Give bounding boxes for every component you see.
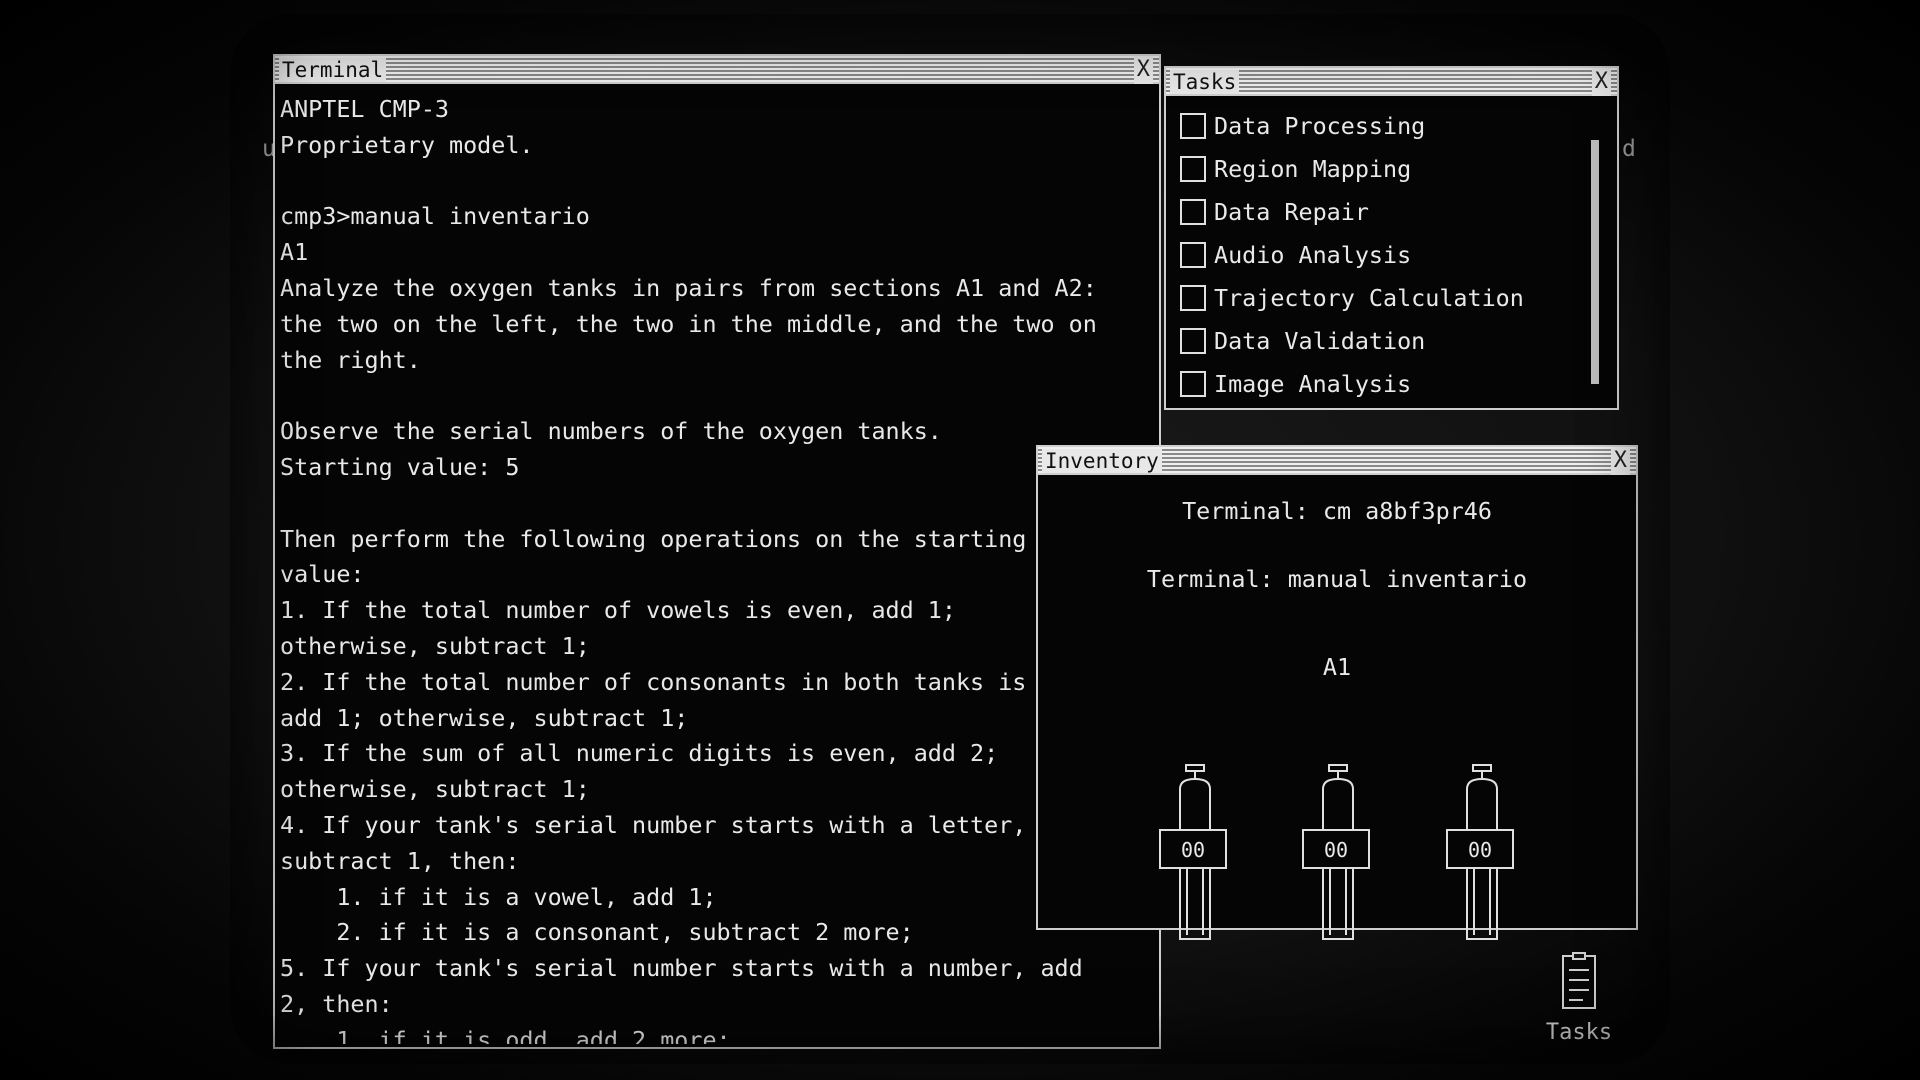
inventory-terminal-id: Terminal: cm a8bf3pr46	[1182, 497, 1492, 525]
task-item[interactable]: Region Mapping	[1180, 147, 1617, 190]
oxygen-tank[interactable]: 00	[1301, 763, 1375, 943]
background-text-fragment-right: d	[1622, 136, 1636, 162]
desktop-tasks-label: Tasks	[1545, 1020, 1613, 1045]
inventory-close-button[interactable]: X	[1610, 447, 1630, 475]
terminal-window[interactable]: Terminal X ANPTEL CMP-3 Proprietary model…	[273, 54, 1161, 1049]
task-item[interactable]: Audio Analysis	[1180, 233, 1617, 276]
terminal-line: the two on the left, the two in the midd…	[280, 309, 1097, 338]
task-item[interactable]: Data Validation	[1180, 319, 1617, 362]
terminal-output[interactable]: ANPTEL CMP-3 Proprietary model. cmp3>manua…	[275, 84, 1159, 1044]
terminal-line: 1. If the total number of vowels is even…	[280, 596, 956, 625]
task-checkbox[interactable]	[1180, 198, 1206, 225]
inventory-body: Terminal: cm a8bf3pr46 Terminal: manual …	[1038, 475, 1636, 940]
terminal-line: the right.	[280, 345, 421, 374]
desktop-tasks-shortcut[interactable]: Tasks	[1534, 952, 1624, 1045]
terminal-line: 1. if it is a vowel, add 1;	[280, 882, 717, 911]
oxygen-tank[interactable]: 00	[1445, 763, 1519, 943]
task-list: Data Processing Region Mapping Data Repair…	[1166, 96, 1617, 406]
task-checkbox[interactable]	[1180, 370, 1206, 397]
terminal-line: Starting value: 5	[280, 452, 520, 481]
terminal-line: otherwise, subtract 1;	[280, 775, 590, 804]
inventory-titlebar[interactable]: Inventory X	[1038, 447, 1636, 475]
task-label: Audio Analysis	[1214, 240, 1412, 269]
task-item[interactable]: Trajectory Calculation	[1180, 276, 1617, 319]
terminal-line: 2. If the total number of consonants in …	[280, 667, 1027, 696]
task-label: Trajectory Calculation	[1214, 283, 1524, 312]
terminal-line: Then perform the following operations on…	[280, 524, 1027, 553]
tasks-title: Tasks	[1170, 70, 1240, 94]
inventory-window[interactable]: Inventory X Terminal: cm a8bf3pr46 Termi…	[1036, 445, 1638, 940]
terminal-line: 2. if it is a consonant, subtract 2 more…	[280, 918, 914, 947]
task-label: Data Repair	[1214, 197, 1369, 226]
task-label: Image Analysis	[1214, 369, 1412, 398]
tasks-window[interactable]: Tasks X Data Processing Region Mapping Dat…	[1164, 66, 1619, 410]
terminal-line: cmp3>manual inventario	[280, 202, 590, 231]
terminal-titlebar[interactable]: Terminal X	[275, 56, 1159, 84]
terminal-line: Observe the serial numbers of the oxygen…	[280, 417, 942, 446]
inventory-terminal-command: Terminal: manual inventario	[1146, 565, 1528, 593]
terminal-line: Analyze the oxygen tanks in pairs from s…	[280, 273, 1097, 302]
task-label: Data Processing	[1214, 111, 1426, 140]
task-item[interactable]: Image Analysis	[1180, 362, 1617, 405]
terminal-line: 4. If your tank's serial number starts w…	[280, 810, 1027, 839]
oxygen-tank-serial: 00	[1446, 829, 1514, 869]
clipboard-icon	[1562, 952, 1596, 1009]
terminal-close-button[interactable]: X	[1133, 56, 1153, 84]
terminal-line: 2, then:	[280, 989, 393, 1018]
task-checkbox[interactable]	[1180, 155, 1206, 182]
terminal-line: otherwise, subtract 1;	[280, 631, 590, 660]
inventory-section-label: A1	[1322, 653, 1352, 681]
task-list-scrollbar[interactable]	[1591, 140, 1599, 384]
oxygen-tank[interactable]: 00	[1158, 763, 1232, 943]
terminal-line: 1. if it is odd, add 2 more;	[280, 1025, 731, 1044]
task-checkbox[interactable]	[1180, 112, 1206, 139]
terminal-line: add 1; otherwise, subtract 1;	[280, 703, 689, 732]
tasks-titlebar[interactable]: Tasks X	[1166, 68, 1617, 96]
terminal-line: A1	[280, 238, 309, 267]
task-checkbox[interactable]	[1180, 284, 1206, 311]
task-checkbox[interactable]	[1180, 241, 1206, 268]
tasks-close-button[interactable]: X	[1591, 68, 1611, 96]
task-label: Data Validation	[1214, 326, 1426, 355]
terminal-line: value:	[280, 560, 365, 589]
terminal-line: Proprietary model.	[280, 130, 534, 159]
oxygen-tank-serial: 00	[1302, 829, 1370, 869]
terminal-line: 3. If the sum of all numeric digits is e…	[280, 739, 999, 768]
inventory-title: Inventory	[1042, 449, 1162, 473]
task-item[interactable]: Data Repair	[1180, 190, 1617, 233]
task-checkbox[interactable]	[1180, 327, 1206, 354]
terminal-title: Terminal	[279, 58, 387, 82]
task-label: Region Mapping	[1214, 154, 1412, 183]
oxygen-tank-serial: 00	[1159, 829, 1227, 869]
terminal-line: 5. If your tank's serial number starts w…	[280, 954, 1083, 983]
terminal-line: ANPTEL CMP-3	[280, 95, 449, 123]
task-item[interactable]: Data Processing	[1180, 104, 1617, 147]
terminal-line: subtract 1, then:	[280, 846, 520, 875]
